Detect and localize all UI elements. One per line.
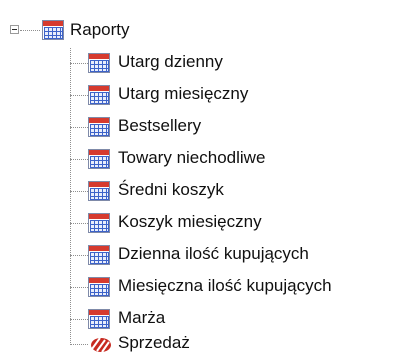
tree-node-dzienna-ilosc-kupujacych[interactable]: Dzienna ilość kupujących <box>0 239 394 271</box>
report-calendar-icon <box>88 117 110 137</box>
tree-connector <box>70 319 88 320</box>
report-calendar-icon <box>88 245 110 265</box>
tree-node-label: Bestsellery <box>118 116 202 135</box>
tree-node-utarg-dzienny[interactable]: Utarg dzienny <box>0 47 394 79</box>
tree-node-koszyk-miesieczny[interactable]: Koszyk miesięczny <box>0 207 394 239</box>
report-calendar-icon <box>88 213 110 233</box>
tree-node-label: Średni koszyk <box>118 180 224 199</box>
tree-node-sprzedaz[interactable]: Sprzedaż <box>0 328 394 360</box>
tree-connector <box>70 159 88 160</box>
tree-node-label: Utarg dzienny <box>118 52 223 71</box>
tree-node-raporty[interactable]: Raporty <box>0 15 394 47</box>
report-calendar-icon <box>88 53 110 73</box>
report-calendar-icon <box>88 149 110 169</box>
tree-node-label: Marża <box>118 308 166 327</box>
report-calendar-icon <box>88 181 110 201</box>
tree-connector <box>70 63 88 64</box>
tree-connector <box>70 127 88 128</box>
sales-icon <box>91 337 111 353</box>
tree-node-label: Dzienna ilość kupujących <box>118 244 309 263</box>
collapse-icon[interactable] <box>10 25 19 34</box>
report-calendar-icon <box>88 309 110 329</box>
tree-connector <box>70 287 88 288</box>
tree-connector <box>70 255 88 256</box>
report-calendar-icon <box>88 85 110 105</box>
tree-node-label: Towary niechodliwe <box>118 148 266 167</box>
report-calendar-icon <box>42 20 64 40</box>
tree-node-label: Raporty <box>70 20 130 39</box>
tree-node-towary-niechodliwe[interactable]: Towary niechodliwe <box>0 143 394 175</box>
tree-connector <box>70 95 88 96</box>
tree-node-miesieczna-ilosc-kupujacych[interactable]: Miesięczna ilość kupujących <box>0 271 394 303</box>
tree-node-utarg-miesieczny[interactable]: Utarg miesięczny <box>0 79 394 111</box>
tree-node-sredni-koszyk[interactable]: Średni koszyk <box>0 175 394 207</box>
report-tree: Raporty Utarg dzienny Utarg miesięczny B… <box>0 0 394 358</box>
tree-node-label: Utarg miesięczny <box>118 84 249 103</box>
tree-node-bestsellery[interactable]: Bestsellery <box>0 111 394 143</box>
tree-connector <box>70 191 88 192</box>
tree-connector <box>70 344 88 345</box>
tree-node-label: Miesięczna ilość kupujących <box>118 276 332 295</box>
tree-node-label: Sprzedaż <box>118 333 190 352</box>
report-calendar-icon <box>88 277 110 297</box>
tree-connector <box>20 30 40 31</box>
tree-node-label: Koszyk miesięczny <box>118 212 262 231</box>
tree-connector <box>70 223 88 224</box>
